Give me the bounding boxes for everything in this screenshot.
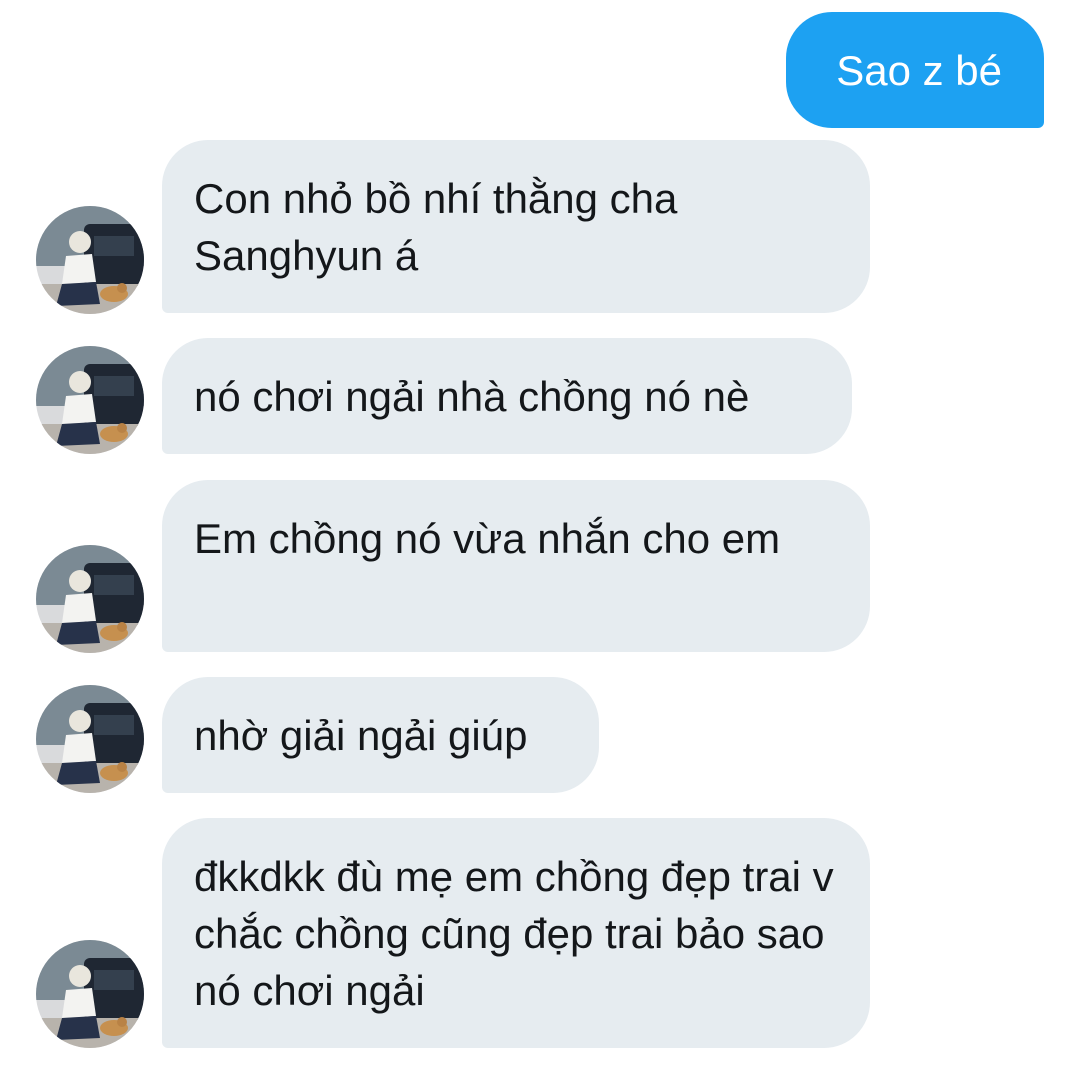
incoming-message-bubble[interactable]: nhờ giải ngải giúp — [162, 677, 599, 793]
message-text: đkkdkk đù mẹ em chồng đẹp trai v chắc ch… — [194, 853, 834, 1014]
avatar[interactable] — [36, 206, 144, 314]
user-photo-avatar-icon — [36, 206, 144, 314]
avatar[interactable] — [36, 346, 144, 454]
message-text: Em chồng nó vừa nhắn cho em — [194, 515, 781, 562]
incoming-message-bubble[interactable]: Em chồng nó vừa nhắn cho em — [162, 480, 870, 652]
outgoing-message-bubble[interactable]: Sao z bé — [786, 12, 1044, 128]
message-text: Con nhỏ bồ nhí thằng cha Sanghyun á — [194, 175, 678, 279]
message-text: nhờ giải ngải giúp — [194, 712, 528, 759]
message-text: Sao z bé — [836, 47, 1002, 94]
incoming-message-bubble[interactable]: nó chơi ngải nhà chồng nó nè — [162, 338, 852, 454]
user-photo-avatar-icon — [36, 685, 144, 793]
avatar[interactable] — [36, 545, 144, 653]
user-photo-avatar-icon — [36, 545, 144, 653]
avatar[interactable] — [36, 940, 144, 1048]
incoming-message-bubble[interactable]: đkkdkk đù mẹ em chồng đẹp trai v chắc ch… — [162, 818, 870, 1048]
avatar[interactable] — [36, 685, 144, 793]
message-text: nó chơi ngải nhà chồng nó nè — [194, 373, 750, 420]
user-photo-avatar-icon — [36, 940, 144, 1048]
user-photo-avatar-icon — [36, 346, 144, 454]
incoming-message-bubble[interactable]: Con nhỏ bồ nhí thằng cha Sanghyun á — [162, 140, 870, 313]
